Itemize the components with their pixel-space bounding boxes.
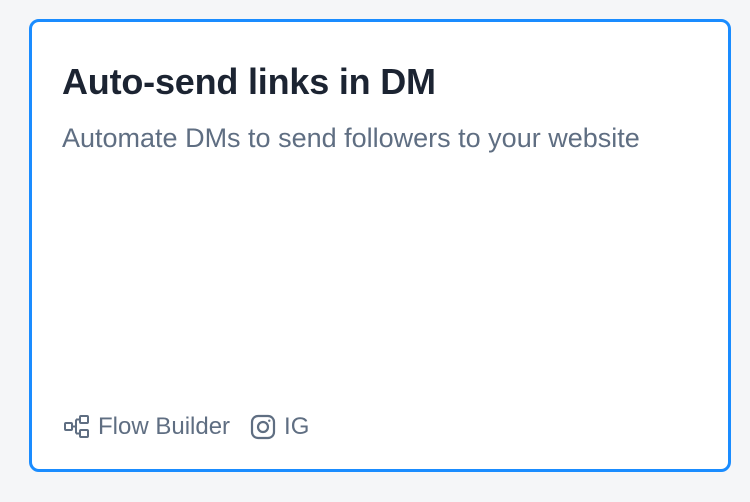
- card-description: Automate DMs to send followers to your w…: [62, 123, 640, 153]
- flow-builder-icon: [62, 412, 92, 442]
- template-card[interactable]: Auto-send links in DM Automate DMs to se…: [29, 19, 731, 472]
- card-title: Auto-send links in DM: [62, 61, 436, 102]
- instagram-icon: [248, 412, 278, 442]
- tag-label-flow-builder: Flow Builder: [98, 413, 231, 440]
- tag-label-ig: IG: [284, 413, 310, 440]
- card-tags: Flow Builder IG: [62, 412, 309, 442]
